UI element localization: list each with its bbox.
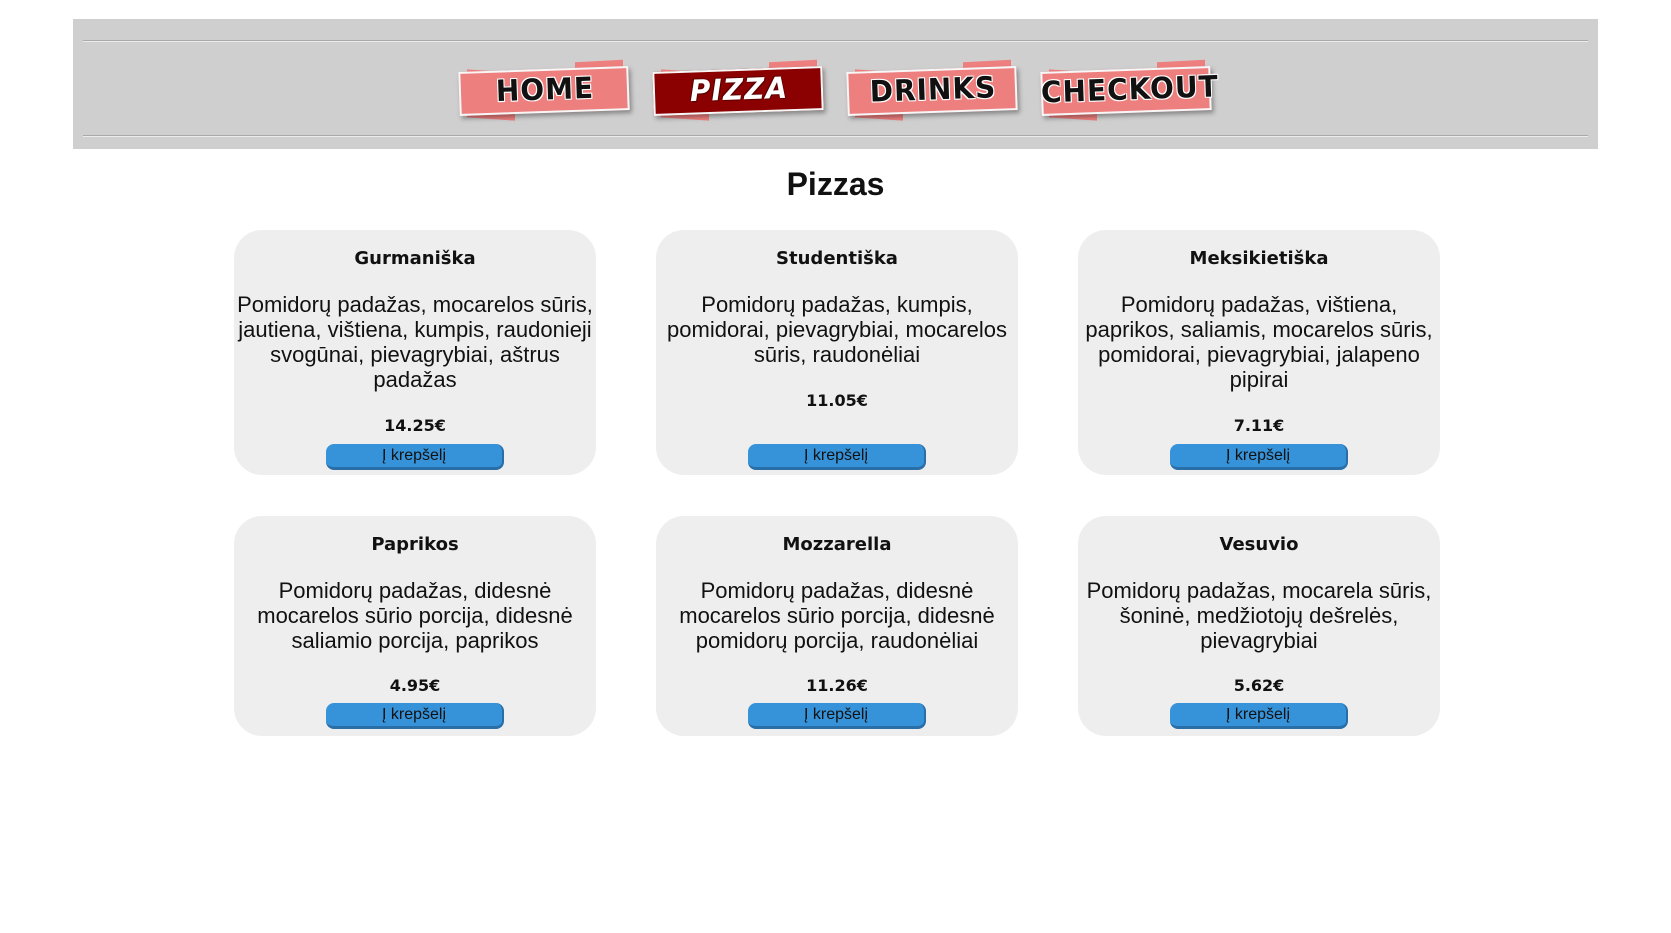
- header-divider-bottom: [83, 135, 1588, 137]
- pizza-description: Pomidorų padažas, didesnė mocarelos sūri…: [257, 578, 573, 653]
- pizza-price: 14.25€: [384, 416, 446, 435]
- pizza-name: Vesuvio: [1219, 534, 1299, 555]
- pizza-card: Gurmaniška Pomidorų padažas, mocarelos s…: [234, 230, 596, 475]
- pizza-price: 7.11€: [1233, 416, 1285, 435]
- add-to-cart-button[interactable]: Į krepšelį: [326, 703, 504, 729]
- nav-item-home[interactable]: HOME: [458, 59, 631, 127]
- pizza-description: Pomidorų padažas, vištiena, paprikos, sa…: [1085, 292, 1433, 392]
- pizza-name: Meksikietiška: [1189, 248, 1329, 269]
- nav-label-checkout: CHECKOUT: [1040, 68, 1220, 110]
- pizza-name: Mozzarella: [782, 534, 892, 555]
- pizza-card: Paprikos Pomidorų padažas, didesnė mocar…: [234, 516, 596, 736]
- nav-label-pizza: PIZZA: [689, 70, 789, 109]
- pizza-card: Mozzarella Pomidorų padažas, didesnė moc…: [656, 516, 1018, 736]
- nav-label-drinks: DRINKS: [869, 69, 997, 110]
- nav-item-pizza[interactable]: PIZZA: [652, 59, 825, 127]
- pizza-price: 5.62€: [1233, 676, 1285, 695]
- add-to-cart-button[interactable]: Į krepšelį: [748, 703, 926, 729]
- add-to-cart-button[interactable]: Į krepšelį: [326, 444, 504, 470]
- main-nav: HOME PIZZA DRINKS CHECKOUT: [458, 59, 1220, 127]
- pizza-price: 11.05€: [806, 391, 868, 410]
- pizza-price: 11.26€: [806, 676, 868, 695]
- nav-item-checkout[interactable]: CHECKOUT: [1040, 59, 1220, 127]
- nav-item-drinks[interactable]: DRINKS: [846, 59, 1019, 127]
- pizza-description: Pomidorų padažas, mocarela sūris, šoninė…: [1086, 578, 1432, 653]
- add-to-cart-button[interactable]: Į krepšelį: [1170, 703, 1348, 729]
- add-to-cart-button[interactable]: Į krepšelį: [1170, 444, 1348, 470]
- pizza-card: Studentiška Pomidorų padažas, kumpis, po…: [656, 230, 1018, 475]
- pizza-name: Gurmaniška: [354, 248, 476, 269]
- page-title: Pizzas: [786, 166, 885, 202]
- pizza-card: Vesuvio Pomidorų padažas, mocarela sūris…: [1078, 516, 1440, 736]
- site-header: HOME PIZZA DRINKS CHECKOUT: [73, 19, 1598, 149]
- pizza-description: Pomidorų padažas, mocarelos sūris, jauti…: [237, 292, 593, 392]
- header-divider-top: [83, 40, 1588, 42]
- nav-label-home: HOME: [495, 70, 595, 109]
- pizza-description: Pomidorų padažas, kumpis, pomidorai, pie…: [667, 292, 1007, 367]
- pizza-description: Pomidorų padažas, didesnė mocarelos sūri…: [679, 578, 995, 653]
- pizza-card: Meksikietiška Pomidorų padažas, vištiena…: [1078, 230, 1440, 475]
- pizza-price: 4.95€: [389, 676, 441, 695]
- pizza-name: Paprikos: [371, 534, 459, 555]
- pizza-name: Studentiška: [776, 248, 898, 269]
- add-to-cart-button[interactable]: Į krepšelį: [748, 444, 926, 470]
